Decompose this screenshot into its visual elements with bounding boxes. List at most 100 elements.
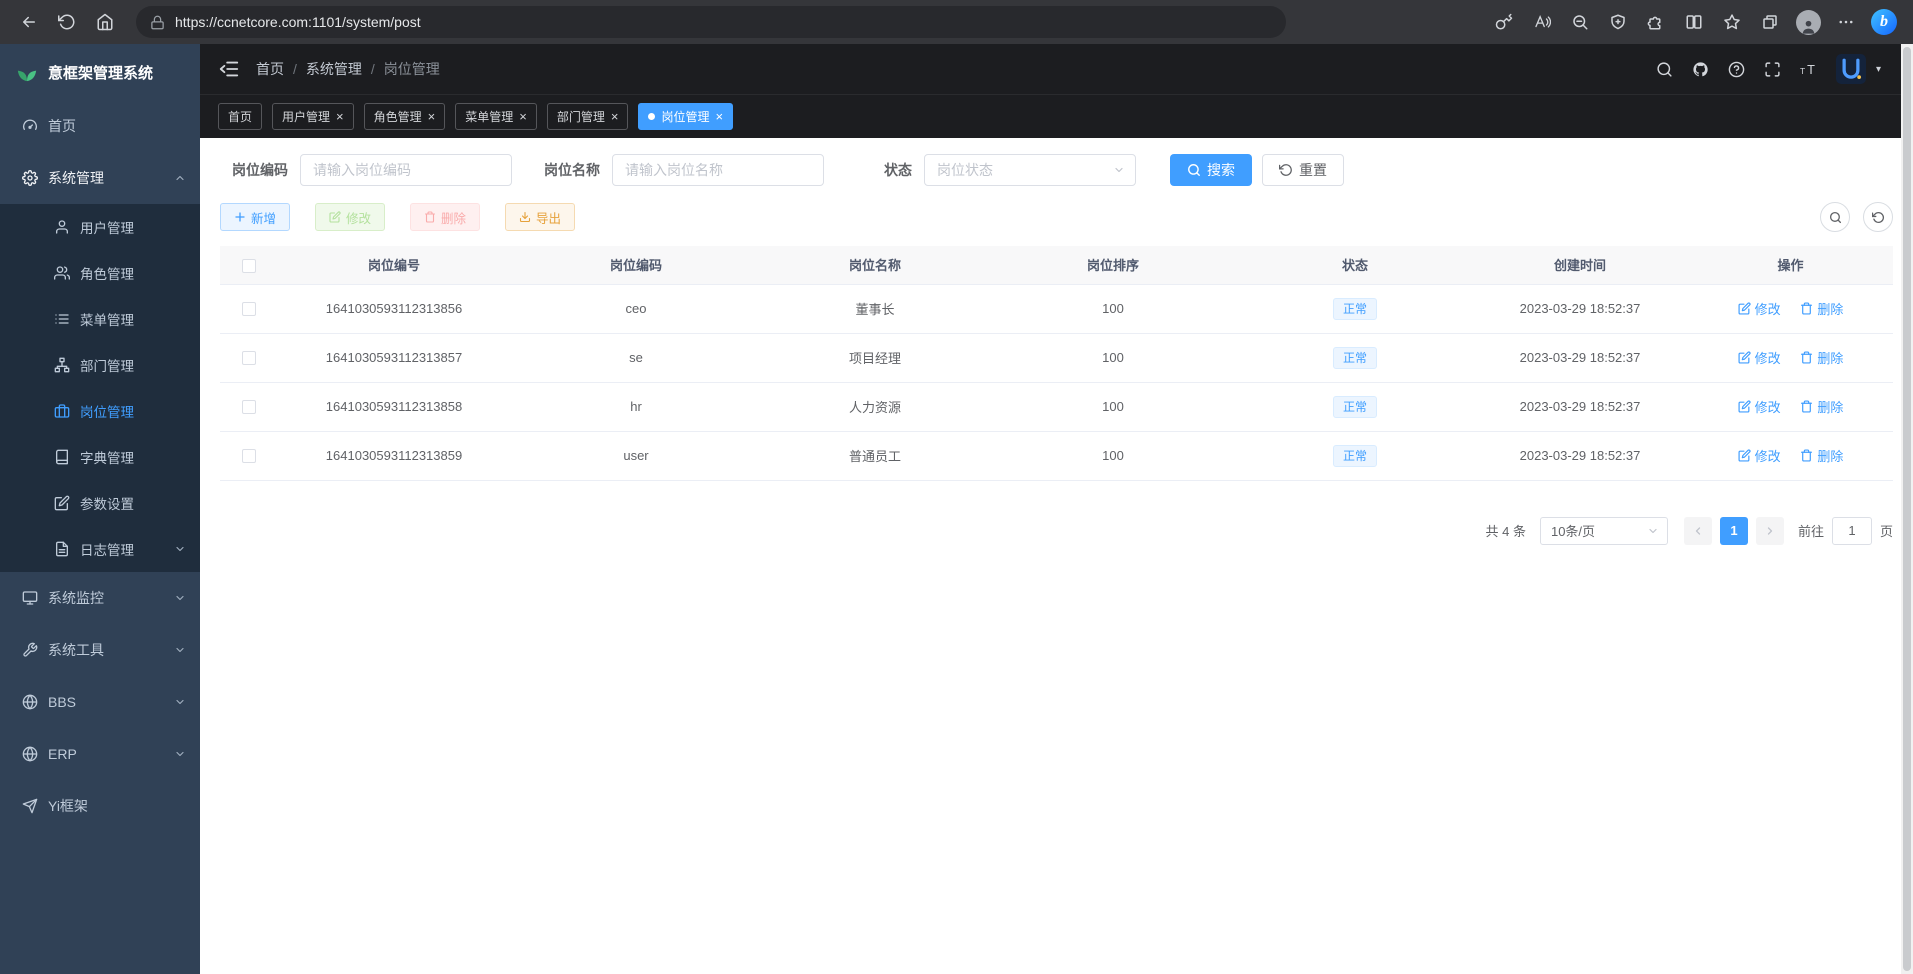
prev-page-button[interactable] [1684,517,1712,545]
sidebar-item-home[interactable]: 首页 [0,100,200,152]
select-all-checkbox[interactable] [242,259,256,273]
split-screen-icon[interactable] [1675,5,1713,39]
export-button[interactable]: 导出 [505,203,575,231]
read-aloud-icon[interactable] [1523,5,1561,39]
user-avatar[interactable] [1836,54,1866,84]
search-button[interactable]: 搜索 [1170,154,1252,186]
post-name-input[interactable] [612,154,824,186]
search-form: 岗位编码 岗位名称 状态 岗位状态 搜索 重置 [220,154,1893,186]
sidebar-item-role-management[interactable]: 角色管理 [0,250,200,296]
search-button-label: 搜索 [1207,160,1235,180]
total-count: 共 4 条 [1486,521,1526,540]
tab-post-management[interactable]: 岗位管理 × [638,103,733,130]
scrollbar-thumb[interactable] [1903,47,1911,971]
sidebar-item-param-settings[interactable]: 参数设置 [0,480,200,526]
sidebar-item-post-management[interactable]: 岗位管理 [0,388,200,434]
col-post-sort: 岗位排序 [988,246,1238,284]
sidebar-item-log-management[interactable]: 日志管理 [0,526,200,572]
close-icon[interactable]: × [611,110,619,123]
goto-page-input[interactable] [1832,517,1872,545]
row-delete-link[interactable]: 删除 [1800,397,1843,416]
url-text: https://ccnetcore.com:1101/system/post [175,14,421,30]
edit-button[interactable]: 修改 [315,203,385,231]
sidebar-item-erp[interactable]: ERP [0,728,200,780]
toggle-search-button[interactable] [1820,202,1850,232]
close-icon[interactable]: × [428,110,436,123]
refresh-table-button[interactable] [1863,202,1893,232]
extensions-icon[interactable] [1637,5,1675,39]
row-edit-link[interactable]: 修改 [1738,348,1781,367]
row-delete-link[interactable]: 删除 [1800,299,1843,318]
sidebar-item-system-tools[interactable]: 系统工具 [0,624,200,676]
breadcrumb-current: 岗位管理 [384,59,440,79]
breadcrumb-home[interactable]: 首页 [256,59,284,79]
back-button[interactable] [10,5,48,39]
row-checkbox[interactable] [242,400,256,414]
favorites-add-icon[interactable] [1599,5,1637,39]
chevron-down-icon[interactable]: ▾ [1876,64,1881,75]
row-edit-link[interactable]: 修改 [1738,299,1781,318]
sidebar-item-user-management[interactable]: 用户管理 [0,204,200,250]
page-number-1[interactable]: 1 [1720,517,1748,545]
goto-page: 前往 页 [1798,517,1893,545]
more-menu-icon[interactable] [1827,5,1865,39]
row-checkbox[interactable] [242,449,256,463]
system-submenu: 用户管理 角色管理 菜单管理 部门管理 岗位管理 字典管理 [0,204,200,572]
table-row: 1641030593112313858 hr 人力资源 100 正常 2023-… [220,382,1893,431]
tool-icon [22,642,38,658]
font-size-icon[interactable]: TT [1800,61,1817,78]
tab-home[interactable]: 首页 [218,103,262,130]
page-scrollbar[interactable] [1901,44,1913,974]
row-checkbox[interactable] [242,302,256,316]
address-bar[interactable]: https://ccnetcore.com:1101/system/post [136,6,1286,38]
bing-sidebar-button[interactable]: b [1865,5,1903,39]
tab-dept-management[interactable]: 部门管理 × [547,103,629,130]
row-delete-link[interactable]: 删除 [1800,446,1843,465]
cell-created: 2023-03-29 18:52:37 [1472,333,1688,382]
status-group: 状态 岗位状态 [844,154,1136,186]
app-header-area: 首页 系统管理 岗位管理 TT ▾ 首页 用户管理 × 角色管理 × [200,44,1913,138]
close-icon[interactable]: × [519,110,527,123]
trash-icon [424,211,436,223]
password-key-icon[interactable] [1485,5,1523,39]
sidebar-item-yi-framework[interactable]: Yi框架 [0,780,200,832]
tab-user-management[interactable]: 用户管理 × [272,103,354,130]
zoom-out-icon[interactable] [1561,5,1599,39]
delete-button[interactable]: 删除 [410,203,480,231]
status-select[interactable]: 岗位状态 [924,154,1136,186]
close-icon[interactable]: × [715,110,723,123]
profile-avatar[interactable] [1789,5,1827,39]
header-search-icon[interactable] [1656,61,1673,78]
tab-role-management[interactable]: 角色管理 × [364,103,446,130]
tab-label: 角色管理 [374,108,422,125]
home-button[interactable] [86,5,124,39]
add-button[interactable]: 新增 [220,203,290,231]
breadcrumb-section[interactable]: 系统管理 [306,59,362,79]
row-delete-link[interactable]: 删除 [1800,348,1843,367]
sidebar-fold-icon[interactable] [218,58,240,80]
reset-button[interactable]: 重置 [1262,154,1344,186]
page-size-select[interactable]: 10条/页 [1540,517,1668,545]
github-icon[interactable] [1692,61,1709,78]
collections-icon[interactable] [1751,5,1789,39]
sidebar-item-dept-management[interactable]: 部门管理 [0,342,200,388]
post-code-input[interactable] [300,154,512,186]
refresh-button[interactable] [48,5,86,39]
edit-link-label: 修改 [1755,348,1781,367]
sidebar-item-dict-management[interactable]: 字典管理 [0,434,200,480]
sidebar-item-bbs[interactable]: BBS [0,676,200,728]
next-page-button[interactable] [1756,517,1784,545]
favorites-icon[interactable] [1713,5,1751,39]
row-edit-link[interactable]: 修改 [1738,446,1781,465]
fullscreen-icon[interactable] [1764,61,1781,78]
row-checkbox[interactable] [242,351,256,365]
row-edit-link[interactable]: 修改 [1738,397,1781,416]
help-icon[interactable] [1728,61,1745,78]
sidebar-item-menu-management[interactable]: 菜单管理 [0,296,200,342]
tab-menu-management[interactable]: 菜单管理 × [455,103,537,130]
sidebar-item-system-management[interactable]: 系统管理 [0,152,200,204]
close-icon[interactable]: × [336,110,344,123]
page-size-value: 10条/页 [1551,521,1595,540]
sidebar-item-system-monitor[interactable]: 系统监控 [0,572,200,624]
sidebar-item-label: 系统管理 [48,168,104,188]
